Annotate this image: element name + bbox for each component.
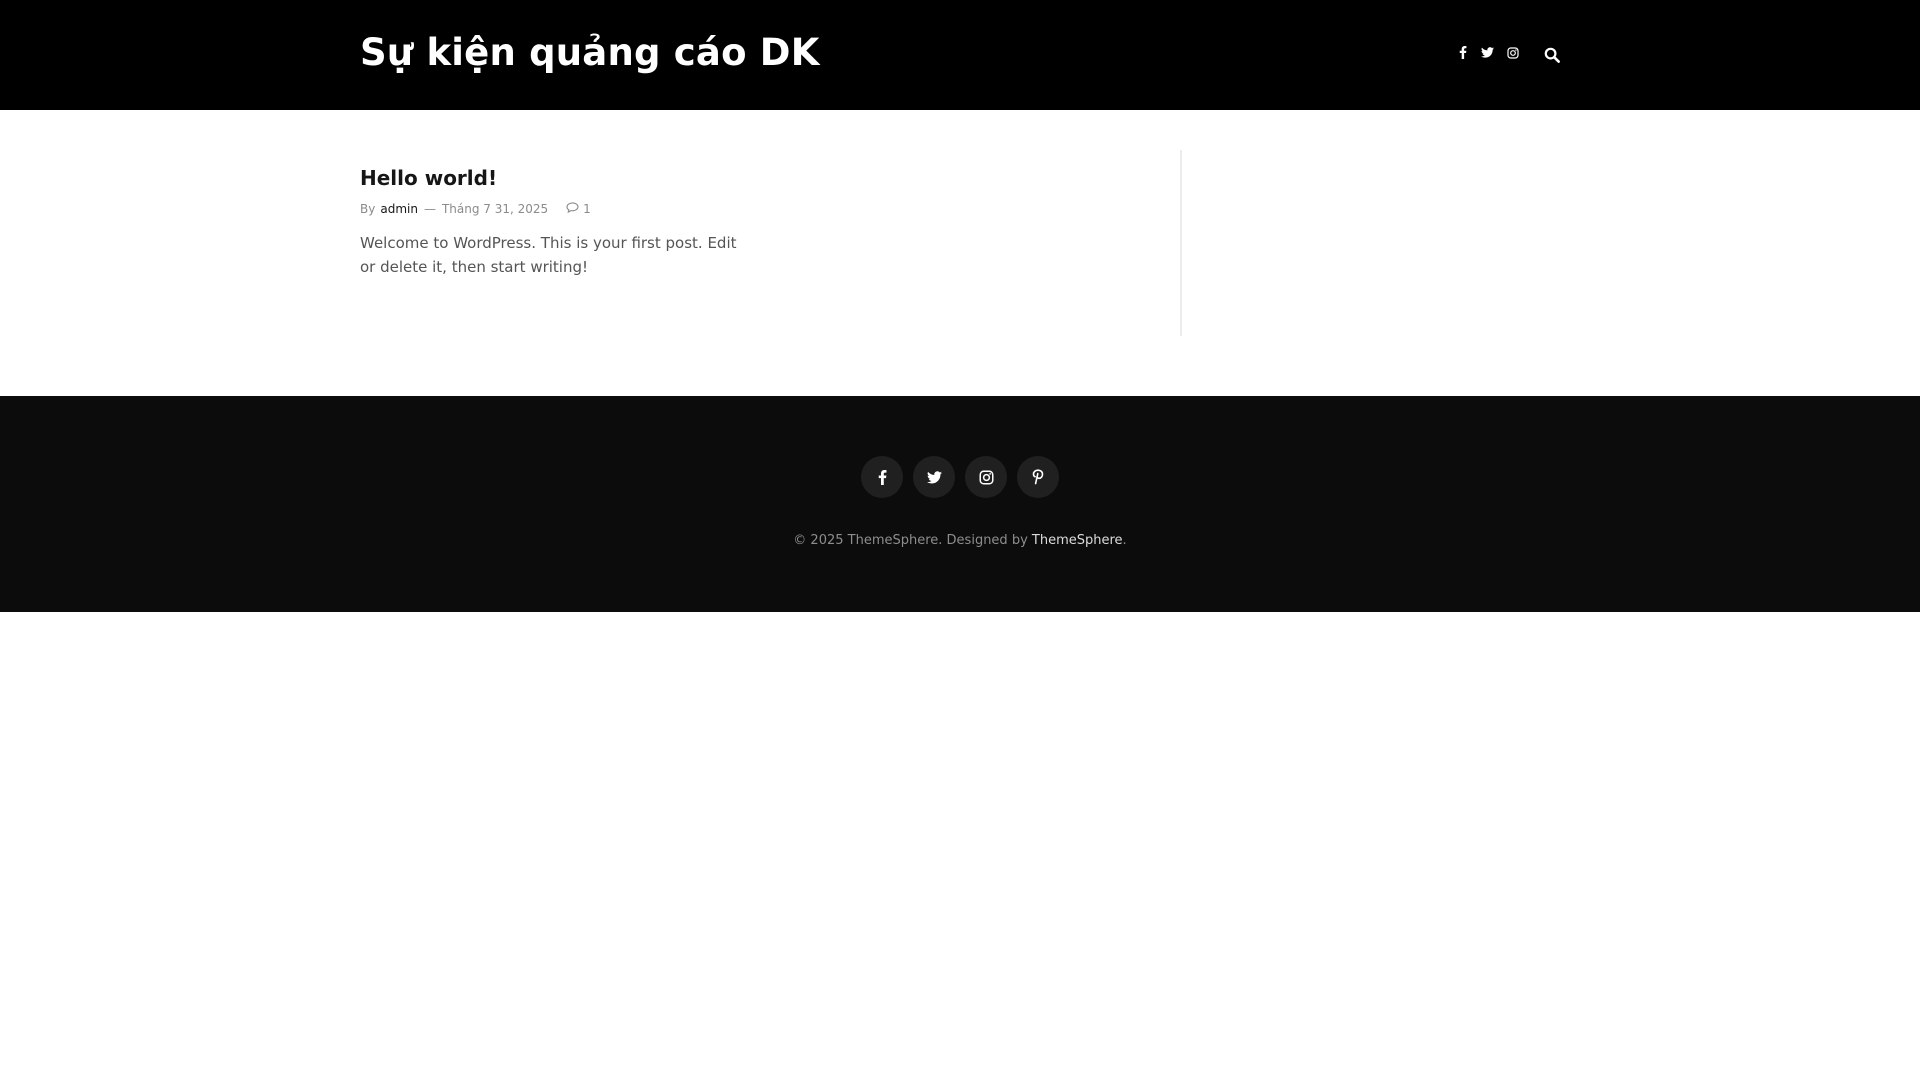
comment-icon [566,202,579,216]
copyright-prefix: © 2025 ThemeSphere. Designed by [793,533,1032,548]
post-date: Tháng 7 31, 2025 [441,202,549,216]
facebook-icon[interactable] [861,456,903,498]
footer-social-links [861,456,1059,498]
facebook-icon[interactable] [1456,46,1469,59]
header-social-links [1456,46,1519,59]
author-link[interactable]: admin [380,202,418,216]
post-excerpt: Welcome to WordPress. This is your first… [360,234,737,276]
copyright-text: © 2025 ThemeSphere. Designed by ThemeSph… [0,533,1920,548]
pinterest-icon[interactable] [1017,456,1059,498]
twitter-icon[interactable] [1481,46,1494,59]
post-entry: Hello world! By admin — Tháng 7 31, 2025… [360,166,1120,279]
meta-separator: — [423,202,436,216]
themesphere-credit-link[interactable]: ThemeSphere [1032,533,1123,548]
post-title[interactable]: Hello world! [360,166,497,190]
instagram-icon[interactable] [965,456,1007,498]
comments-link[interactable]: 1 [566,202,591,216]
search-icon[interactable] [1544,47,1561,64]
site-header: Sự kiện quảng cáo DK [0,0,1920,110]
instagram-icon[interactable] [1506,46,1519,59]
site-title[interactable]: Sự kiện quảng cáo DK [360,31,820,74]
sidebar-divider [1180,150,1182,336]
main-content: Hello world! By admin — Tháng 7 31, 2025… [0,110,1920,396]
twitter-icon[interactable] [913,456,955,498]
post-meta: By admin — Tháng 7 31, 2025 1 [360,202,1120,216]
by-label: By [360,202,376,216]
comment-count: 1 [583,202,591,216]
site-footer: © 2025 ThemeSphere. Designed by ThemeSph… [0,396,1920,612]
copyright-suffix: . [1122,533,1127,548]
